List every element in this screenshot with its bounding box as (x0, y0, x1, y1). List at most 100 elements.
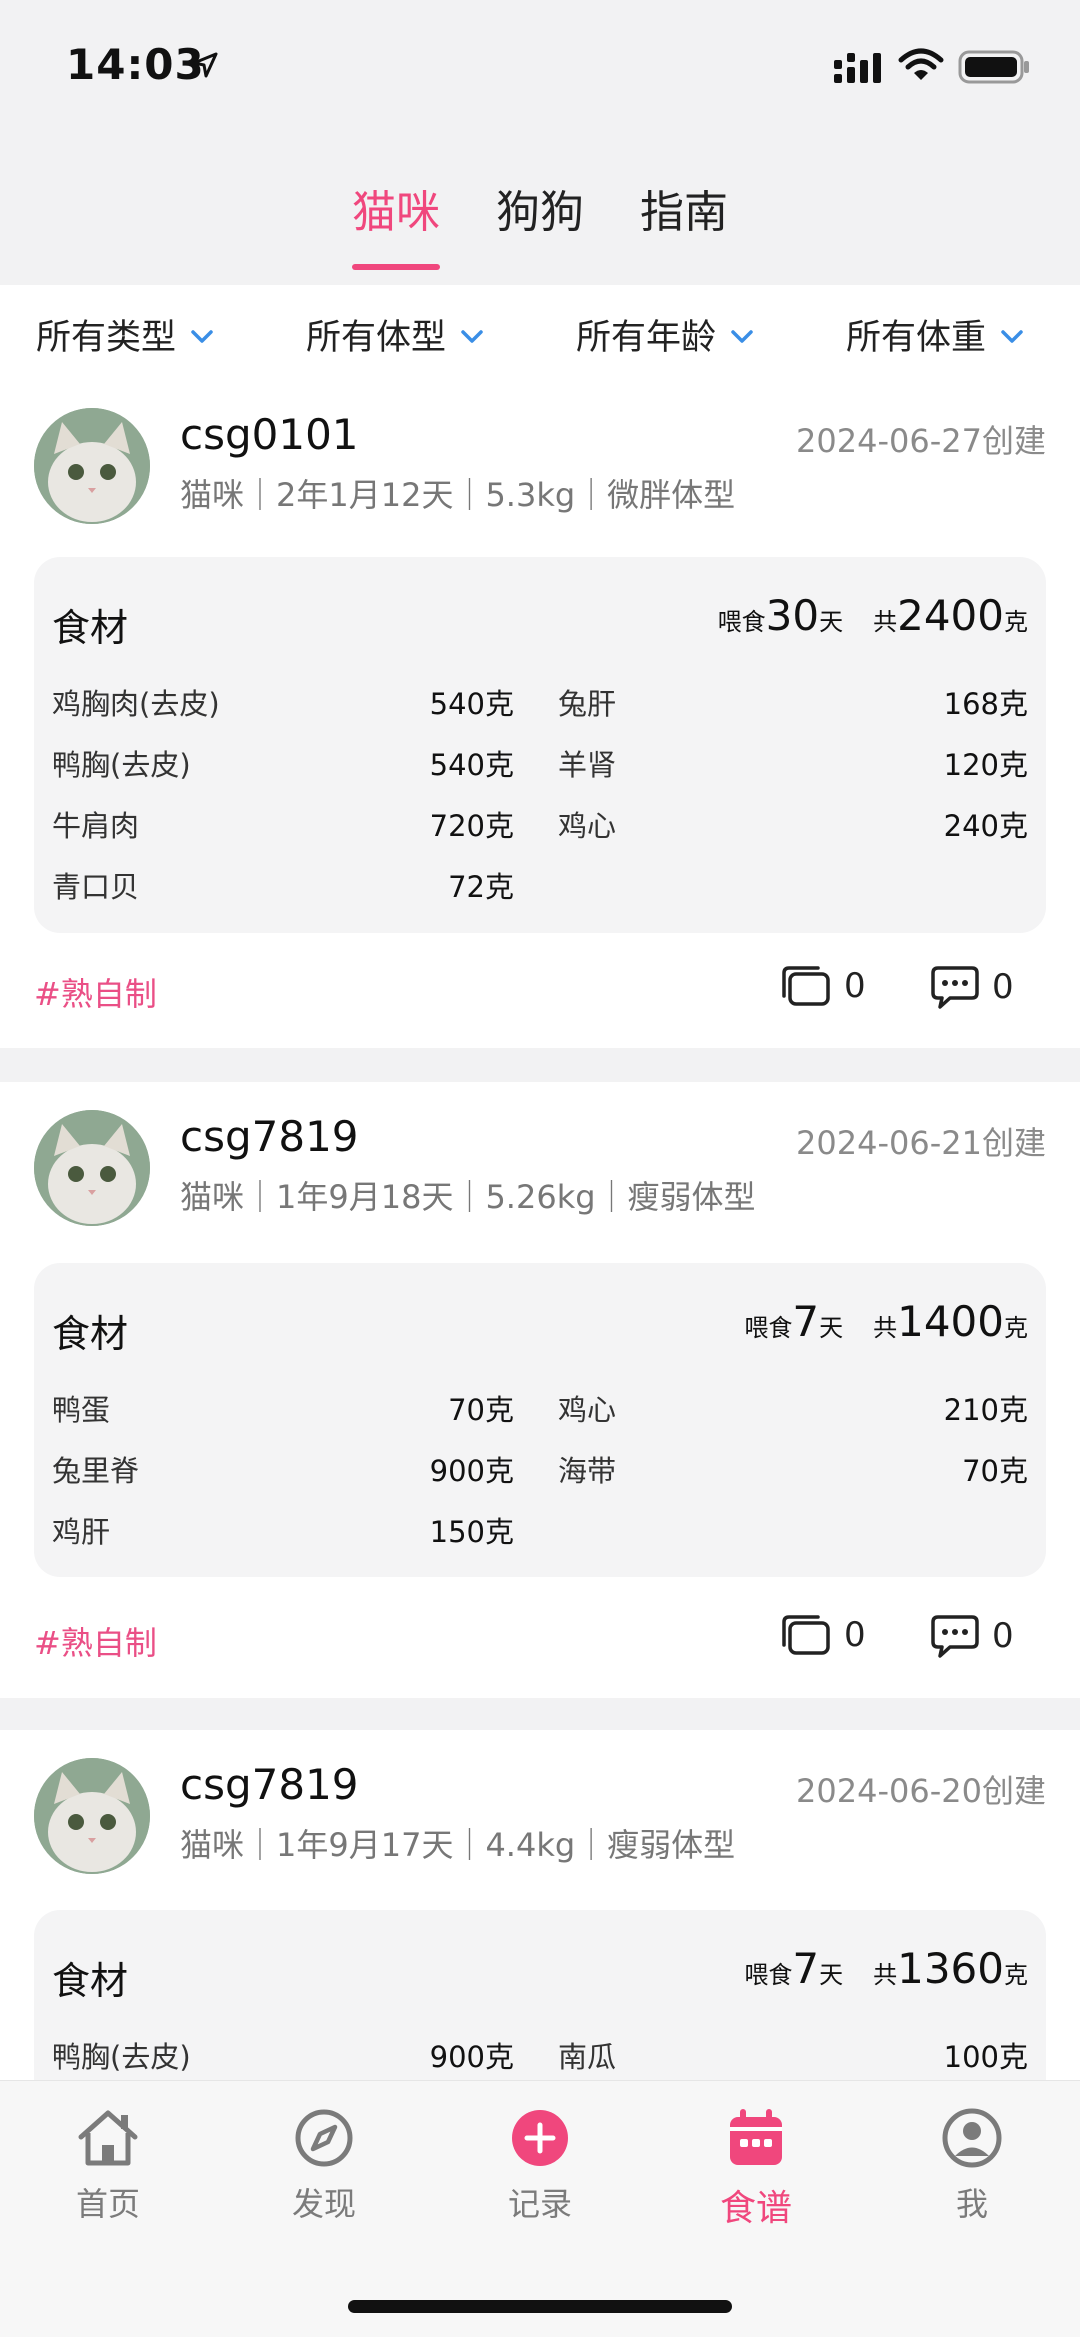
ingredient-amount: 720克 (429, 809, 514, 843)
day-unit: 天 (819, 1961, 844, 1989)
home-indicator[interactable] (348, 2300, 732, 2313)
tab-guide[interactable]: 指南 (640, 176, 728, 240)
username[interactable]: csg7819 (180, 1112, 359, 1161)
ingredient-amount: 900克 (429, 2040, 514, 2074)
tab-discover-label: 发现 (291, 2185, 356, 2223)
ingredient-amount: 150克 (429, 1515, 514, 1549)
ingredient-name: 鸡胸肉(去皮) (52, 687, 220, 721)
tab-cats[interactable]: 猫咪 (352, 176, 440, 240)
active-tab-indicator (352, 264, 440, 270)
gram-unit: 克 (1004, 1961, 1028, 1989)
ingredient-name: 牛肩肉 (52, 809, 140, 843)
recipe-tag[interactable]: #熟自制 (34, 969, 157, 1015)
collect-button[interactable]: 0 (780, 964, 866, 1008)
filter-size-label: 所有体型 (306, 318, 447, 358)
tab-record[interactable]: 记录 (465, 2107, 615, 2225)
ingredient-amount: 540克 (429, 748, 514, 782)
tab-home-label: 首页 (75, 2185, 140, 2223)
recipe-card[interactable]: csg0101 2024-06-27创建 猫咪｜2年1月12天｜5.3kg｜微胖… (0, 380, 1080, 1048)
username[interactable]: csg7819 (180, 1760, 359, 1809)
feed-days: 7 (792, 1297, 820, 1346)
avatar[interactable] (34, 1758, 150, 1874)
ingredient-name: 南瓜 (558, 2040, 617, 2074)
comment-button[interactable]: 0 (930, 1613, 1014, 1659)
recipe-card[interactable]: csg7819 2024-06-21创建 猫咪｜1年9月18天｜5.26kg｜瘦… (0, 1082, 1080, 1698)
ingredient-name: 羊肾 (558, 748, 617, 782)
feeding-summary: 喂食 7 天 共 1400 克 (744, 1297, 1028, 1346)
ingredient-amount: 168克 (943, 687, 1028, 721)
tab-recipes-label: 食谱 (719, 2188, 792, 2229)
profile-icon (942, 2108, 1002, 2168)
ingredient-name: 鸡肝 (52, 1515, 111, 1549)
feed-label: 喂食 (744, 1314, 793, 1342)
filter-age-dropdown[interactable]: 所有年龄 (576, 309, 754, 360)
total-grams: 1360 (897, 1944, 1004, 1993)
chevron-down-icon (1001, 329, 1023, 343)
cat-avatar-icon (34, 408, 150, 524)
status-time: 14:03 (66, 40, 205, 89)
ingredients-title: 食材 (52, 1959, 129, 2003)
collect-count: 0 (844, 1615, 866, 1655)
filter-size-dropdown[interactable]: 所有体型 (306, 309, 484, 360)
tab-me[interactable]: 我 (897, 2107, 1047, 2225)
gram-unit: 克 (1004, 1314, 1028, 1342)
compass-icon (295, 2109, 353, 2167)
ingredient-amount: 100克 (943, 2040, 1028, 2074)
recipe-tag[interactable]: #熟自制 (34, 1618, 157, 1664)
ingredient-amount: 72克 (448, 870, 514, 904)
username[interactable]: csg0101 (180, 410, 359, 459)
collect-button[interactable]: 0 (780, 1613, 866, 1657)
filter-weight-dropdown[interactable]: 所有体重 (846, 309, 1024, 360)
ingredient-amount: 210克 (943, 1393, 1028, 1427)
ingredient-name: 鸭胸(去皮) (52, 748, 191, 782)
day-unit: 天 (819, 1314, 844, 1342)
chevron-down-icon (731, 329, 753, 343)
status-bar: 14:03 (0, 0, 1080, 130)
comment-count: 0 (992, 967, 1014, 1007)
total-label: 共 (873, 1961, 898, 1989)
ingredient-amount: 540克 (429, 687, 514, 721)
pet-meta: 猫咪｜1年9月17天｜4.4kg｜瘦弱体型 (180, 1826, 736, 1864)
total-label: 共 (873, 1314, 898, 1342)
bottom-tab-bar: 首页 发现 记录 食谱 我 (0, 2080, 1080, 2337)
tab-recipes[interactable]: 食谱 (681, 2107, 831, 2231)
day-unit: 天 (819, 608, 844, 636)
ingredient-amount: 240克 (943, 809, 1028, 843)
feed-label: 喂食 (717, 608, 766, 636)
ingredient-name: 鸭胸(去皮) (52, 2040, 191, 2074)
ingredient-name: 兔肝 (558, 687, 617, 721)
avatar[interactable] (34, 408, 150, 524)
ingredient-amount: 70克 (448, 1393, 514, 1427)
ingredients-title: 食材 (52, 606, 129, 650)
collect-icon (782, 1615, 830, 1655)
battery-icon (958, 50, 1029, 84)
filter-age-label: 所有年龄 (576, 318, 717, 358)
created-date: 2024-06-27创建 (796, 422, 1046, 460)
pet-meta: 猫咪｜1年9月18天｜5.26kg｜瘦弱体型 (180, 1178, 756, 1216)
ingredient-amount: 900克 (429, 1454, 514, 1488)
avatar[interactable] (34, 1110, 150, 1226)
recipe-card[interactable]: csg7819 2024-06-20创建 猫咪｜1年9月17天｜4.4kg｜瘦弱… (0, 1730, 1080, 2080)
plus-circle-icon (512, 2110, 568, 2166)
ingredients-box[interactable]: 食材 喂食 7 天 共 1400 克 鸭蛋 70克 鸡心 210克 兔里脊 90… (34, 1263, 1046, 1577)
tab-discover[interactable]: 发现 (249, 2107, 399, 2225)
chevron-down-icon (461, 329, 483, 343)
created-date: 2024-06-20创建 (796, 1772, 1046, 1810)
filter-type-dropdown[interactable]: 所有类型 (36, 309, 214, 360)
collect-count: 0 (844, 966, 866, 1006)
created-date: 2024-06-21创建 (796, 1124, 1046, 1162)
ingredients-box[interactable]: 食材 喂食 30 天 共 2400 克 鸡胸肉(去皮) 540克 兔肝 168克… (34, 557, 1046, 933)
comment-button[interactable]: 0 (930, 964, 1014, 1010)
total-grams: 2400 (897, 591, 1004, 640)
ingredients-box[interactable]: 食材 喂食 7 天 共 1360 克 鸭胸(去皮) 900克 南瓜 100克 (34, 1910, 1046, 2080)
ingredients-title: 食材 (52, 1312, 129, 1356)
recipe-feed[interactable]: csg0101 2024-06-27创建 猫咪｜2年1月12天｜5.3kg｜微胖… (0, 380, 1080, 2080)
ingredient-name: 鸭蛋 (52, 1393, 111, 1427)
filter-bar: 所有类型 所有体型 所有年龄 所有体重 (0, 285, 1080, 380)
ingredient-name: 鸡心 (558, 1393, 617, 1427)
tab-home[interactable]: 首页 (33, 2107, 183, 2225)
home-icon (78, 2110, 138, 2166)
tab-dogs[interactable]: 狗狗 (496, 176, 584, 240)
ingredient-name: 兔里脊 (52, 1454, 140, 1488)
feed-days: 30 (765, 591, 820, 640)
